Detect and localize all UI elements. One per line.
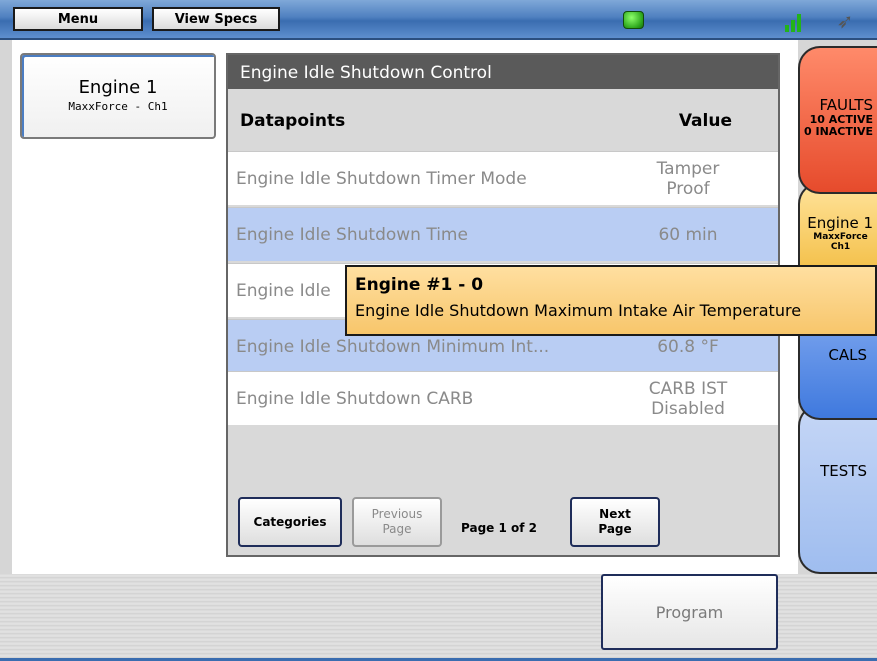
tooltip-description: Engine Idle Shutdown Maximum Intake Air …: [355, 301, 802, 320]
tab-tests-label: TESTS: [820, 462, 867, 480]
plug-icon: ➶: [836, 9, 854, 33]
panel-title: Engine Idle Shutdown Control: [228, 55, 778, 89]
engine-card-subtitle: MaxxForce - Ch1: [68, 100, 168, 113]
engine-card-title: Engine 1: [78, 77, 158, 98]
next-page-label-2: Page: [598, 522, 632, 536]
left-gutter: [0, 40, 12, 574]
tab-engine-line2: Ch1: [830, 242, 851, 252]
row-value: Tamper Proof: [628, 152, 748, 206]
previous-page-button[interactable]: Previous Page: [352, 497, 442, 547]
table-row[interactable]: Engine Idle Shutdown Time 60 min: [228, 207, 778, 261]
previous-page-label-2: Page: [382, 522, 412, 536]
engine-selector-card[interactable]: Engine 1 MaxxForce - Ch1: [20, 53, 216, 139]
row-value-line1: 60.8 °F: [657, 337, 719, 357]
status-led-icon: [623, 11, 644, 29]
view-specs-button[interactable]: View Specs: [152, 7, 280, 31]
column-header-value: Value: [678, 111, 732, 131]
row-value-line1: 60 min: [658, 225, 718, 245]
next-page-button[interactable]: Next Page: [570, 497, 660, 547]
column-header-datapoints: Datapoints: [240, 111, 346, 131]
table-row[interactable]: Engine Idle Shutdown Timer Mode Tamper P…: [228, 151, 778, 205]
tooltip-title: Engine #1 - 0: [355, 275, 484, 295]
row-label: Engine Idle Shutdown Time: [236, 225, 468, 245]
menu-button[interactable]: Menu: [13, 7, 143, 31]
top-bar: Menu View Specs ➶: [0, 0, 877, 40]
row-value-line1: CARB IST: [648, 379, 728, 399]
previous-page-label: Previous: [371, 507, 423, 521]
program-button[interactable]: Program: [601, 574, 778, 650]
row-value-line2: Proof: [666, 179, 710, 199]
categories-button[interactable]: Categories: [238, 497, 342, 547]
faults-inactive-count: 0 INACTIVE: [804, 125, 873, 138]
signal-strength-icon: [785, 10, 807, 32]
row-label: Engine Idle Shutdown CARB: [236, 389, 474, 409]
row-value-line1: Tamper: [656, 159, 720, 179]
tab-tests[interactable]: TESTS: [798, 404, 877, 574]
datapoint-tooltip: Engine #1 - 0 Engine Idle Shutdown Maxim…: [345, 265, 877, 336]
table-header: Datapoints Value: [228, 89, 778, 151]
next-page-label: Next: [599, 507, 631, 521]
page-indicator: Page 1 of 2: [461, 521, 537, 535]
tab-faults-label: FAULTS: [819, 96, 873, 114]
tab-engine-line1: MaxxForce: [813, 232, 868, 242]
tab-engine-label: Engine 1: [807, 214, 873, 232]
row-value: CARB IST Disabled: [628, 372, 748, 426]
tab-faults[interactable]: FAULTS 10 ACTIVE 0 INACTIVE: [798, 46, 877, 194]
tab-cals-label: CALS: [828, 346, 867, 364]
table-row[interactable]: Engine Idle Shutdown CARB CARB IST Disab…: [228, 371, 778, 425]
row-label: Engine Idle Shutdown Timer Mode: [236, 169, 527, 189]
row-value: 60 min: [628, 208, 748, 262]
row-value-line2: Disabled: [651, 399, 725, 419]
